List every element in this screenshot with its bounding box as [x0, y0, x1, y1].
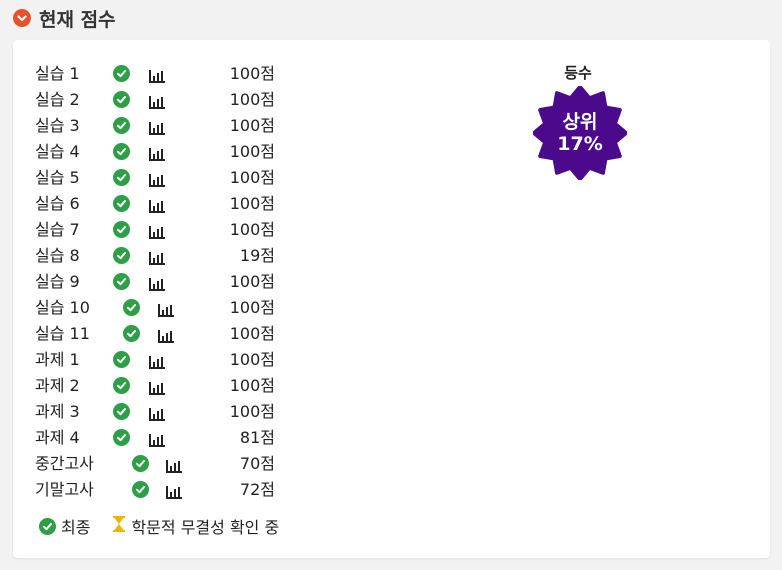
legend: 최종 학문적 무결성 확인 중	[39, 514, 301, 538]
legend-final: 최종	[39, 514, 90, 538]
score-row-label: 실습 10	[35, 298, 90, 317]
score-row: 실습 8 19점	[35, 243, 275, 269]
check-circle-icon	[113, 195, 130, 212]
score-row: 실습 10 100점	[35, 295, 275, 321]
score-row: 실습 11 100점	[35, 321, 275, 347]
check-circle-icon	[113, 273, 130, 290]
score-row-label: 중간고사	[35, 454, 94, 473]
check-circle-icon	[132, 455, 149, 472]
score-row-value: 100점	[229, 324, 275, 343]
score-row-label: 실습 6	[35, 194, 80, 213]
check-circle-icon	[39, 517, 56, 535]
hourglass-icon	[112, 515, 126, 537]
legend-pending-label: 학문적 무결성 확인 중	[131, 518, 280, 537]
score-list: 실습 1 100점 실습 2 100점 실습 3 100점 실습 4 100점 실습 5 100점…	[35, 61, 275, 503]
score-row-value: 100점	[229, 64, 275, 83]
check-circle-icon	[123, 325, 140, 342]
check-circle-icon	[113, 247, 130, 264]
score-row: 과제 1 100점	[35, 347, 275, 373]
score-row-value: 100점	[229, 142, 275, 161]
score-row-label: 과제 1	[35, 350, 80, 369]
score-row-label: 실습 9	[35, 272, 80, 291]
score-row: 실습 7 100점	[35, 217, 275, 243]
chevron-down-icon[interactable]	[13, 9, 31, 27]
section-title: 현재 점수	[39, 8, 116, 31]
score-card: 실습 1 100점 실습 2 100점 실습 3 100점 실습 4 100점 실습 5 100점…	[13, 40, 770, 558]
check-circle-icon	[113, 221, 130, 238]
score-row-label: 과제 3	[35, 402, 80, 421]
score-row-label: 실습 1	[35, 64, 80, 83]
score-row-value: 100점	[229, 402, 275, 421]
score-row-label: 실습 4	[35, 142, 80, 161]
check-circle-icon	[113, 169, 130, 186]
check-circle-icon	[113, 65, 130, 82]
score-row-value: 70점	[239, 454, 275, 473]
check-circle-icon	[113, 403, 130, 420]
rank-line2: 17%	[557, 133, 603, 155]
score-row-value: 72점	[239, 480, 275, 499]
rank-badge: 상위 17%	[532, 85, 628, 181]
score-row-value: 100점	[229, 298, 275, 317]
score-row-value: 81점	[239, 428, 275, 447]
rank-line1: 상위	[562, 111, 598, 133]
score-row: 실습 3 100점	[35, 113, 275, 139]
check-circle-icon	[132, 481, 149, 498]
score-row: 과제 3 100점	[35, 399, 275, 425]
bar-chart-icon[interactable]	[165, 482, 183, 508]
score-row-value: 100점	[229, 376, 275, 395]
score-row-label: 실습 11	[35, 324, 90, 343]
check-circle-icon	[113, 117, 130, 134]
score-row-value: 100점	[229, 194, 275, 213]
check-circle-icon	[113, 143, 130, 160]
score-row-value: 100점	[229, 90, 275, 109]
score-row: 실습 2 100점	[35, 87, 275, 113]
score-row: 과제 2 100점	[35, 373, 275, 399]
legend-pending: 학문적 무결성 확인 중	[112, 514, 279, 538]
score-row: 실습 1 100점	[35, 61, 275, 87]
score-row-label: 기말고사	[35, 480, 94, 499]
score-row-value: 100점	[229, 272, 275, 291]
score-row-value: 100점	[229, 116, 275, 135]
score-row-label: 과제 4	[35, 428, 80, 447]
score-row-value: 100점	[229, 350, 275, 369]
score-row-label: 과제 2	[35, 376, 80, 395]
score-row-label: 실습 3	[35, 116, 80, 135]
check-circle-icon	[123, 299, 140, 316]
score-row: 실습 4 100점	[35, 139, 275, 165]
score-row-label: 실습 5	[35, 168, 80, 187]
score-row: 기말고사 72점	[35, 477, 275, 503]
check-circle-icon	[113, 351, 130, 368]
rank-label: 등수	[564, 64, 592, 82]
legend-final-label: 최종	[61, 518, 91, 537]
score-row: 중간고사 70점	[35, 451, 275, 477]
score-row-value: 100점	[229, 220, 275, 239]
score-row-label: 실습 2	[35, 90, 80, 109]
score-row-label: 실습 7	[35, 220, 80, 239]
check-circle-icon	[113, 377, 130, 394]
score-row: 실습 5 100점	[35, 165, 275, 191]
score-row-label: 실습 8	[35, 246, 80, 265]
check-circle-icon	[113, 429, 130, 446]
section-header[interactable]: 현재 점수	[13, 6, 116, 31]
score-row-value: 100점	[229, 168, 275, 187]
check-circle-icon	[113, 91, 130, 108]
score-row-value: 19점	[239, 246, 275, 265]
score-row: 과제 4 81점	[35, 425, 275, 451]
score-row: 실습 6 100점	[35, 191, 275, 217]
score-row: 실습 9 100점	[35, 269, 275, 295]
